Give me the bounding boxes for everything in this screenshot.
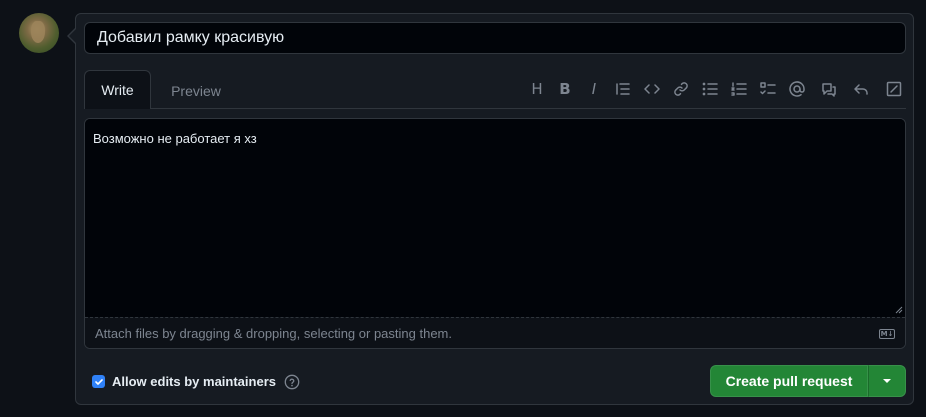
comment-body-textarea[interactable]: Возможно не работает я хз — [85, 119, 905, 317]
create-pull-request-label: Create pull request — [725, 373, 853, 389]
chevron-down-icon — [883, 379, 891, 383]
tab-divider — [84, 108, 906, 109]
fullscreen-icon[interactable] — [885, 80, 903, 98]
comment-editor: Возможно не работает я хз Attach files b… — [84, 118, 906, 349]
markdown-icon[interactable]: M↓ — [879, 329, 895, 339]
help-icon[interactable] — [284, 374, 300, 390]
allow-edits-label[interactable]: Allow edits by maintainers — [112, 374, 276, 389]
link-icon[interactable] — [672, 80, 690, 98]
tab-write-label: Write — [101, 82, 134, 98]
heading-icon[interactable]: H — [528, 80, 546, 98]
task-list-icon[interactable] — [759, 80, 777, 98]
ordered-list-icon[interactable] — [730, 80, 748, 98]
tab-preview[interactable]: Preview — [160, 74, 232, 108]
cross-reference-icon[interactable] — [820, 80, 838, 98]
create-options-dropdown[interactable] — [868, 365, 906, 397]
attach-hint: Attach files by dragging & dropping, sel… — [95, 325, 452, 341]
mention-icon[interactable] — [788, 80, 806, 98]
resize-handle-icon[interactable] — [895, 306, 903, 314]
bold-icon[interactable]: B — [556, 80, 574, 98]
code-icon[interactable] — [643, 80, 661, 98]
title-input[interactable] — [84, 22, 906, 54]
file-attach-area[interactable]: Attach files by dragging & dropping, sel… — [85, 317, 905, 348]
avatar[interactable] — [19, 13, 59, 53]
quote-icon[interactable] — [614, 80, 632, 98]
create-pull-request-button[interactable]: Create pull request — [710, 365, 868, 397]
tab-preview-label: Preview — [171, 83, 221, 99]
allow-edits-checkbox[interactable] — [92, 375, 105, 388]
tab-write[interactable]: Write — [84, 70, 151, 109]
reply-icon[interactable] — [852, 80, 870, 98]
italic-icon[interactable]: I — [585, 80, 603, 98]
unordered-list-icon[interactable] — [701, 80, 719, 98]
